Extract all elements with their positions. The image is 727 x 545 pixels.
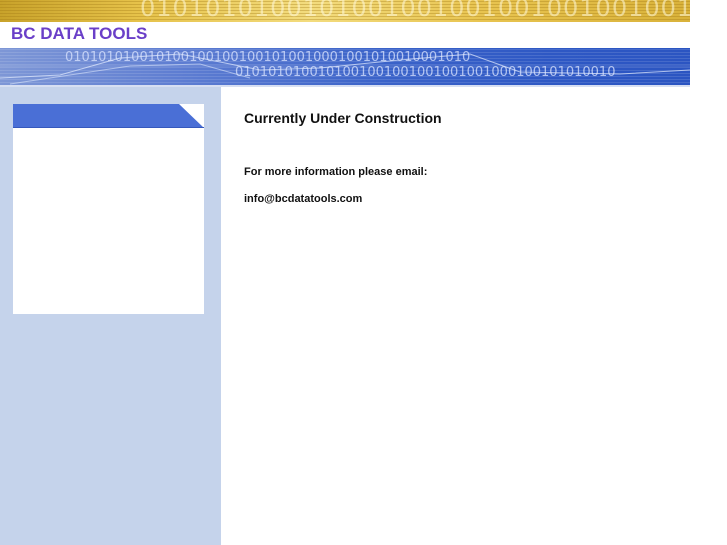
site-title: BC DATA TOOLS (11, 24, 148, 43)
top-binary-banner: 0101010100101001001001001001001001001001… (0, 0, 690, 22)
contact-info-text: For more information please email: (244, 166, 428, 178)
sidebar-panel-header (13, 104, 204, 128)
left-sidebar (0, 87, 221, 545)
top-binary-text: 0101010100101001001001001001001001001001… (140, 0, 690, 22)
page: 0101010100101001001001001001001001001001… (0, 0, 727, 545)
site-header: BC DATA TOOLS (0, 22, 690, 48)
main-content: Currently Under Construction For more in… (221, 87, 690, 545)
email-link[interactable]: info@bcdatatools.com (244, 193, 362, 205)
page-heading: Currently Under Construction (244, 110, 442, 126)
right-margin (690, 0, 727, 545)
blue-binary-banner: 0101010100101001001001001010010001001010… (0, 48, 690, 85)
sidebar-panel (13, 104, 204, 314)
blue-binary-text-2: 0101010100101001001001001001001000100101… (235, 65, 616, 80)
blue-binary-text-1: 0101010100101001001001001010010001001010… (65, 50, 471, 65)
